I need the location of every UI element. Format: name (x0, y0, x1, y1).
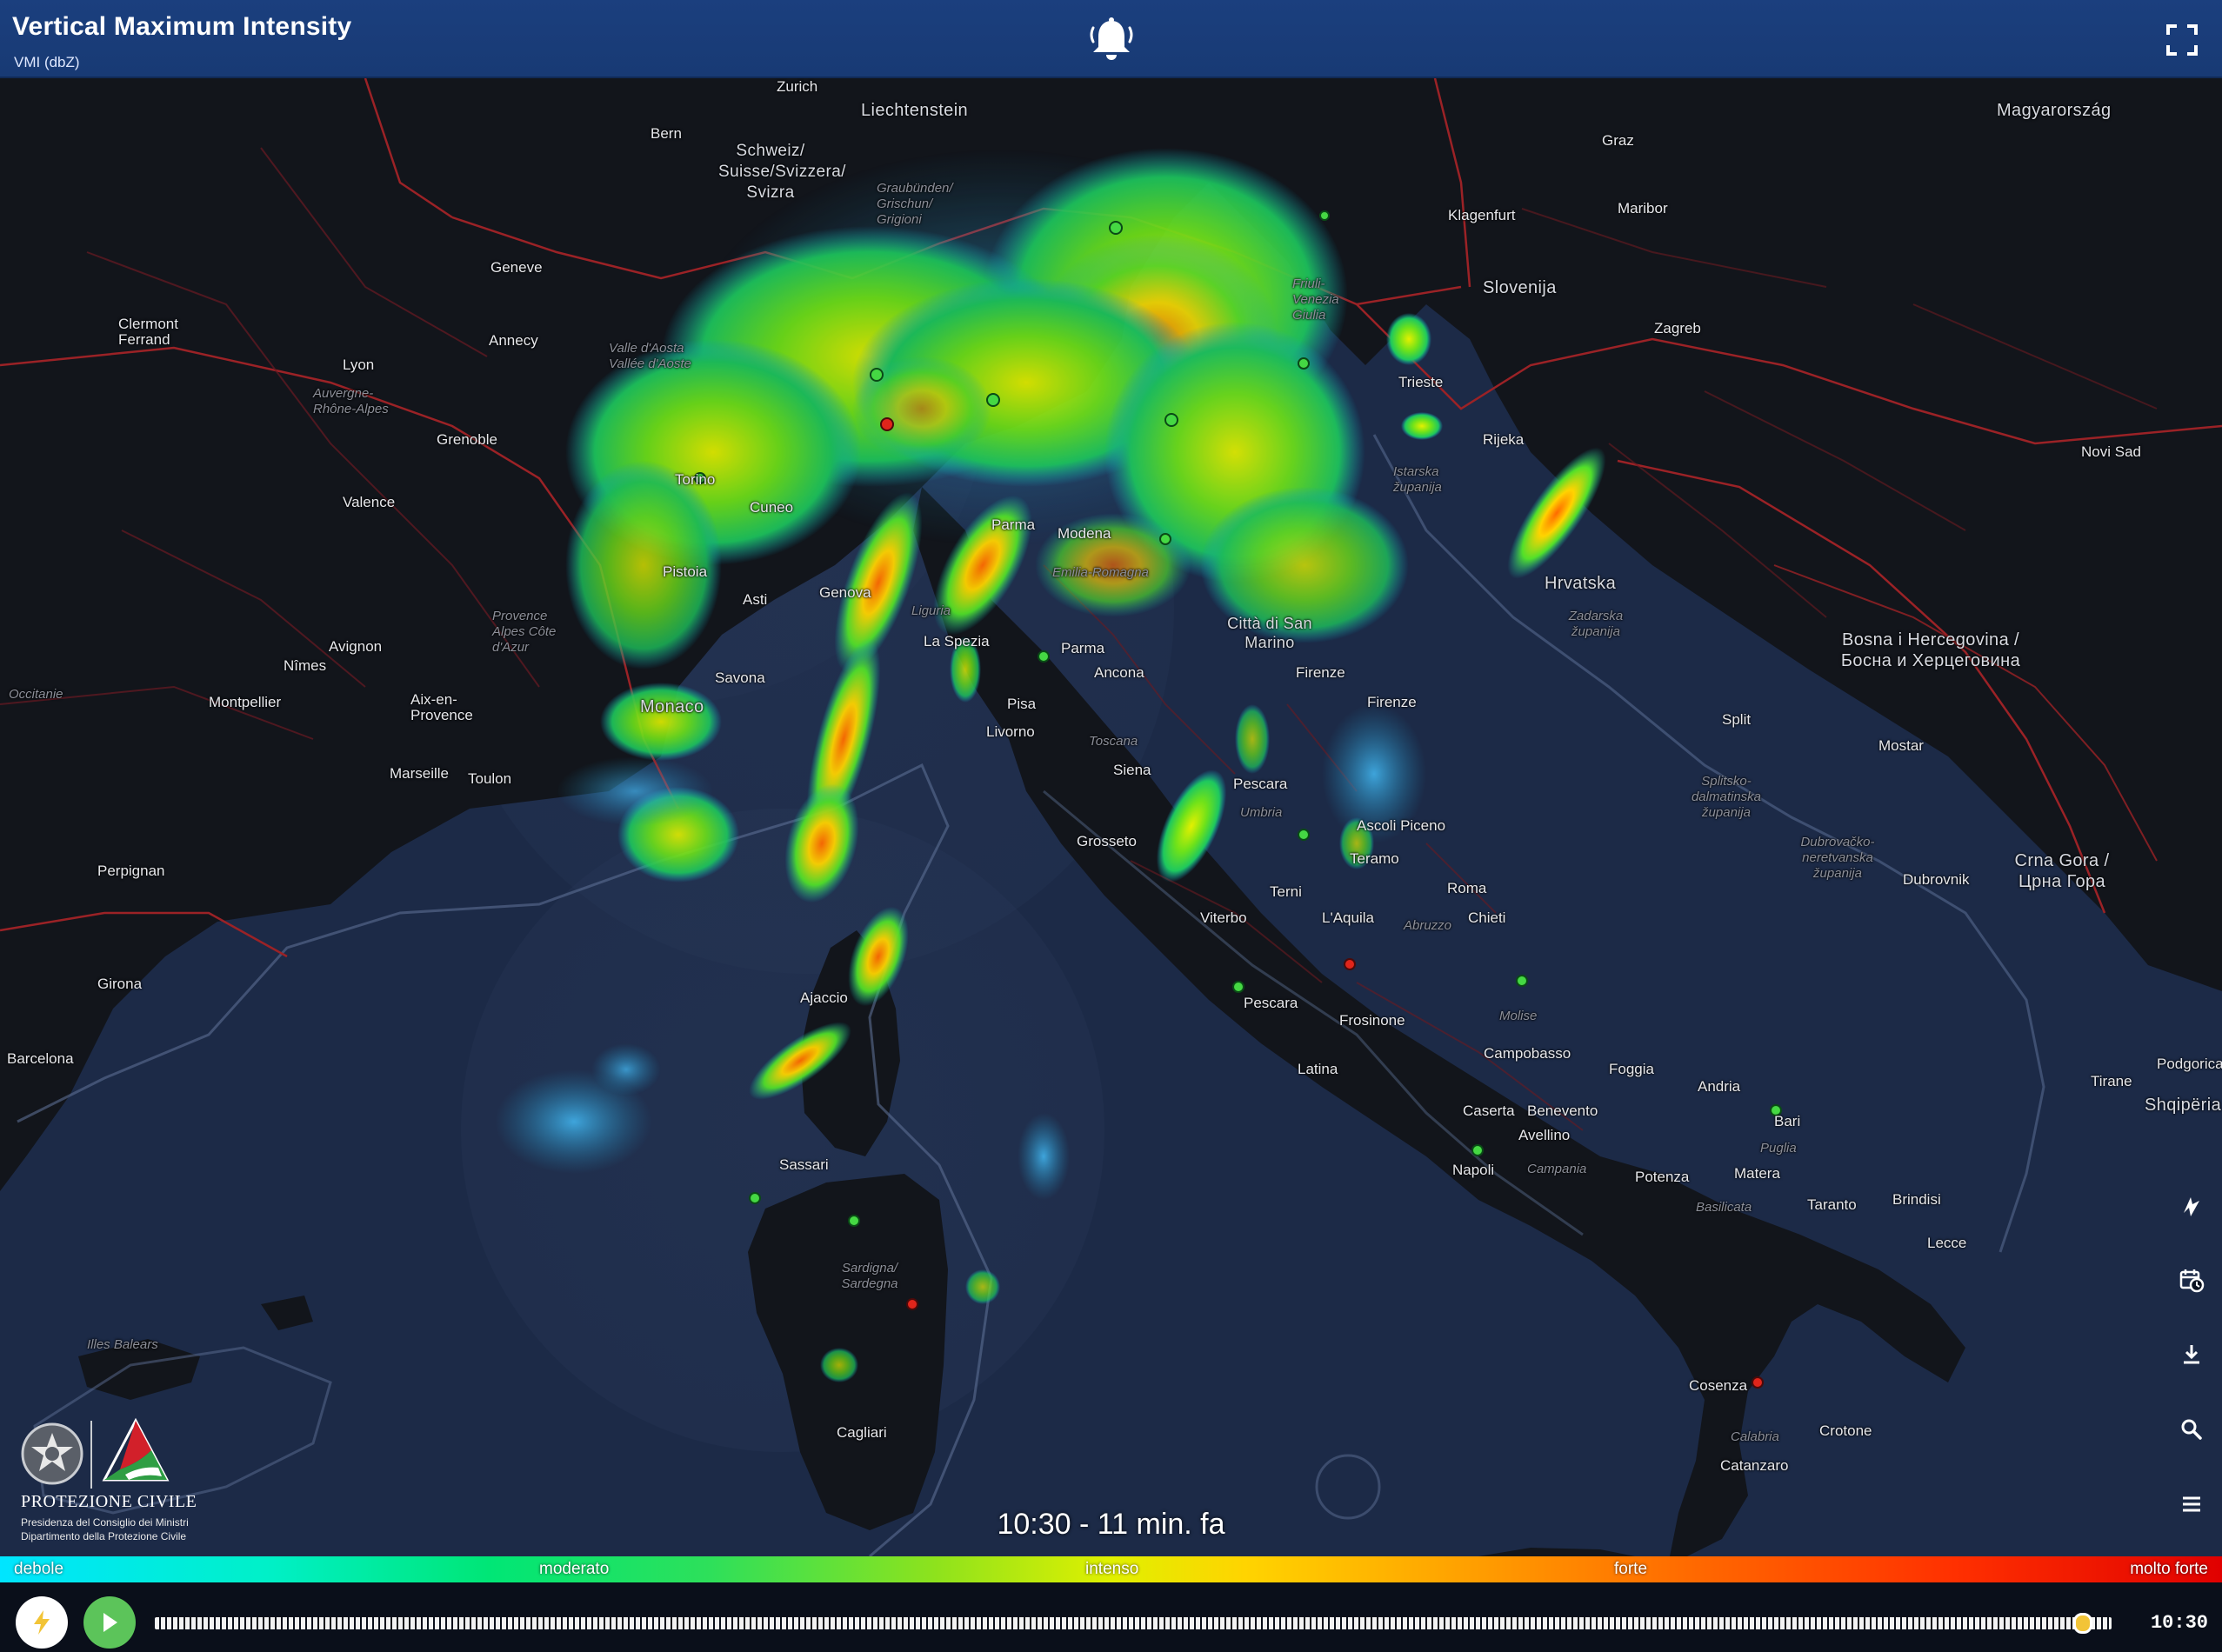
bell-icon (1090, 17, 1133, 60)
map-canvas (0, 78, 2222, 1556)
fullscreen-button[interactable] (2165, 23, 2199, 57)
lightning-map-button[interactable] (2169, 1182, 2214, 1228)
header-bar: Vertical Maximum Intensity VMI (dbZ) (0, 0, 2222, 78)
legend-label-debole: debole (14, 1560, 64, 1578)
lightning-icon (34, 1610, 50, 1635)
radar-app: Vertical Maximum Intensity VMI (dbZ) Zur… (0, 0, 2222, 1652)
calendar-clock-icon (2179, 1269, 2205, 1293)
legend-label-forte: forte (1614, 1560, 1648, 1578)
legend-label-molto-forte: molto forte (2130, 1560, 2208, 1578)
radar-timestamp: 10:30 - 11 min. fa (997, 1508, 1225, 1541)
play-button[interactable] (83, 1596, 136, 1649)
republic-emblem-icon (21, 1422, 83, 1485)
protezione-civile-logo: PROTEZIONE CIVILE Presidenza del Consigl… (16, 1417, 197, 1548)
search-icon (2181, 1419, 2202, 1440)
radar-map[interactable]: Zurich Liechtenstein Bern Schweiz/ Suiss… (0, 78, 2222, 1556)
current-time-label: 10:30 (2150, 1612, 2208, 1634)
download-icon (2184, 1345, 2199, 1364)
logo-name: PROTEZIONE CIVILE (21, 1492, 197, 1511)
lightning-map-icon (2184, 1197, 2199, 1216)
intensity-legend: debole moderato intenso forte molto fort… (0, 1556, 2222, 1582)
legend-label-intenso: intenso (1085, 1560, 1139, 1578)
play-icon (103, 1613, 117, 1632)
download-button[interactable] (2169, 1332, 2214, 1377)
lightning-toggle-button[interactable] (16, 1596, 68, 1649)
legend-label-moderato: moderato (539, 1560, 610, 1578)
time-slider-thumb[interactable] (2072, 1613, 2092, 1634)
logo-divider (90, 1421, 92, 1489)
search-button[interactable] (2169, 1407, 2214, 1452)
alerts-button[interactable] (1085, 14, 1138, 66)
history-button[interactable] (2169, 1257, 2214, 1302)
logo-subtitle-2: Dipartimento della Protezione Civile (21, 1530, 187, 1542)
logo-subtitle-1: Presidenza del Consiglio dei Ministri (21, 1516, 189, 1529)
map-toolbar (2161, 1182, 2222, 1556)
fullscreen-icon (2166, 24, 2198, 56)
time-slider-bar: 10:30 (0, 1582, 2222, 1652)
page-subtitle: VMI (dbZ) (14, 54, 80, 70)
page-title: Vertical Maximum Intensity (12, 12, 352, 41)
protezione-civile-emblem-icon (102, 1417, 170, 1482)
time-slider-track[interactable] (155, 1613, 2112, 1634)
